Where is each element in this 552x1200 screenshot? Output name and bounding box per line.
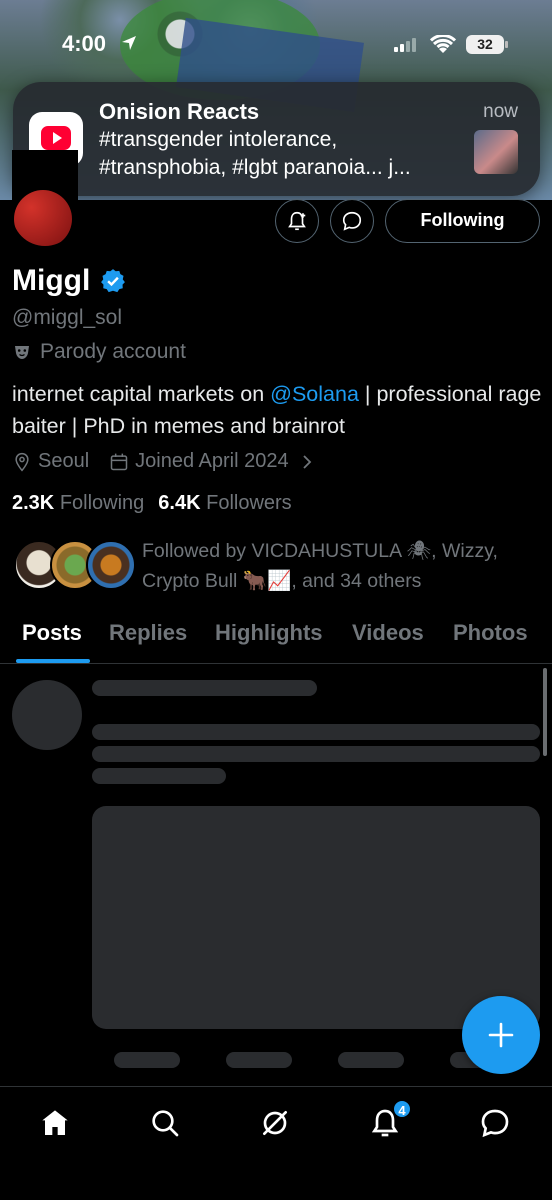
nav-messages[interactable] <box>475 1103 515 1143</box>
active-tab-indicator <box>16 659 90 663</box>
bell-plus-icon <box>288 211 306 231</box>
notification-badge: 4 <box>392 1099 412 1119</box>
profile-meta: Seoul Joined April 2024 <box>12 450 315 473</box>
message-button[interactable] <box>330 199 374 243</box>
skeleton-action <box>114 1052 180 1068</box>
skeleton-line <box>92 768 226 784</box>
search-icon <box>152 1110 179 1137</box>
nav-home[interactable] <box>35 1103 75 1143</box>
follow-stats: 2.3K Following 6.4K Followers <box>12 492 292 515</box>
parody-mask-icon <box>15 346 29 359</box>
bio-mention-link[interactable]: @Solana <box>270 382 359 406</box>
messages-icon <box>481 1109 509 1138</box>
tab-photos[interactable]: Photos <box>453 620 528 646</box>
scrollbar[interactable] <box>543 668 547 756</box>
home-icon <box>42 1110 68 1135</box>
skeleton-line <box>92 724 540 740</box>
bio-text-prefix: internet capital markets on <box>12 382 271 406</box>
followers-stat[interactable]: 6.4K Followers <box>158 492 291 515</box>
profile-avatar[interactable] <box>12 150 78 246</box>
tab-highlights[interactable]: Highlights <box>215 620 323 646</box>
cellular-signal-icon <box>394 38 416 57</box>
verified-badge-icon[interactable] <box>100 268 126 294</box>
calendar-icon <box>110 453 128 470</box>
compose-post-button[interactable] <box>462 996 540 1074</box>
skeleton-media <box>92 806 540 1029</box>
location-pin-icon <box>15 452 29 471</box>
profile-name: Miggl <box>12 264 91 297</box>
wifi-icon <box>429 34 457 60</box>
nav-grok[interactable] <box>255 1103 295 1143</box>
following-label: Following <box>59 492 145 514</box>
skeleton-line <box>92 680 317 696</box>
parody-label: Parody account <box>12 340 186 364</box>
status-time: 4:00 <box>62 31 107 56</box>
location-text: Seoul <box>38 450 90 472</box>
profile-handle: @miggl_sol <box>12 306 123 329</box>
following-count: 2.3K <box>12 492 55 514</box>
tab-videos[interactable]: Videos <box>352 620 424 646</box>
followed-by-text[interactable]: Followed by VICDAHUSTULA 🕷, Wizzy, Crypt… <box>142 536 542 596</box>
nav-search[interactable] <box>145 1103 185 1143</box>
tab-posts[interactable]: Posts <box>22 620 82 646</box>
grok-icon <box>263 1111 287 1135</box>
chevron-right-icon[interactable] <box>299 454 315 470</box>
skeleton-action <box>226 1052 292 1068</box>
joined-date: Joined April 2024 <box>135 450 289 472</box>
status-bar: 4:00 32 <box>0 0 552 90</box>
followers-count: 6.4K <box>158 492 201 514</box>
parody-text: Parody account <box>40 340 186 363</box>
notify-bell-button[interactable] <box>275 199 319 243</box>
following-button[interactable]: Following <box>385 199 540 243</box>
followers-label: Followers <box>206 492 292 514</box>
message-icon <box>342 211 362 231</box>
tab-replies[interactable]: Replies <box>109 620 187 646</box>
skeleton-avatar <box>12 680 82 750</box>
skeleton-line <box>92 746 540 762</box>
profile-bio: internet capital markets on @Solana | pr… <box>12 378 542 442</box>
bottom-navigation: 4 <box>0 1086 552 1200</box>
notification-body: #transgender intolerance, #transphobia, … <box>99 128 411 179</box>
following-stat[interactable]: 2.3K Following <box>12 492 144 515</box>
plus-icon <box>488 1022 514 1048</box>
battery-indicator: 32 <box>466 35 508 54</box>
followed-by-avatars[interactable] <box>14 540 136 594</box>
notification-time: now <box>483 101 518 122</box>
notification-title: Onision Reacts <box>99 99 260 124</box>
push-notification[interactable]: Onision Reacts now #transgender intolera… <box>13 82 540 196</box>
avatar <box>86 540 136 590</box>
notification-thumbnail <box>474 130 518 174</box>
profile-tabs: Posts Replies Highlights Videos Photos <box>0 612 552 664</box>
name-row: Miggl <box>12 264 126 298</box>
location-arrow-icon <box>120 34 138 57</box>
skeleton-action <box>338 1052 404 1068</box>
